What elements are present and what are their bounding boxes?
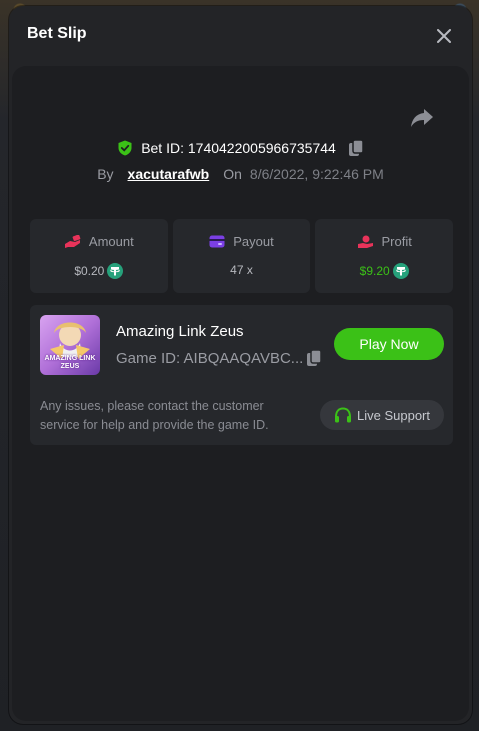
bet-date: 8/6/2022, 9:22:46 PM	[249, 166, 384, 182]
username-link[interactable]: xacutarafwb	[128, 166, 210, 182]
game-name[interactable]: Amazing Link Zeus	[116, 323, 244, 340]
amount-label: Amount	[88, 234, 134, 249]
stat-profit: Profit $9.20	[315, 219, 454, 293]
live-support-button[interactable]: Live Support	[320, 400, 444, 430]
stat-payout: Payout 47 x	[172, 219, 311, 293]
stat-amount: Amount $0.20	[30, 219, 168, 293]
game-thumbnail[interactable]: AMAZING LINK ZEUS	[40, 315, 100, 375]
payout-label: Payout	[233, 234, 274, 249]
close-icon	[437, 29, 451, 43]
game-card: AMAZING LINK ZEUS Amazing Link Zeus Game…	[30, 305, 453, 445]
bet-id-row: Bet ID: 1740422005966735744	[12, 138, 469, 158]
shield-check-icon	[118, 140, 132, 156]
bet-id-value: 1740422005966735744	[187, 140, 336, 156]
bet-id-label: Bet ID:	[141, 140, 184, 156]
bet-details-panel: Bet ID: 1740422005966735744 By xacutaraf…	[12, 66, 469, 721]
close-button[interactable]	[432, 24, 456, 48]
live-support-label: Live Support	[357, 407, 430, 423]
bet-stats: Amount $0.20 Payout 47 x Profit $9.20	[30, 219, 454, 293]
usdt-coin-icon	[392, 263, 409, 279]
copy-icon[interactable]	[306, 349, 323, 367]
headset-icon	[335, 406, 351, 422]
modal-title: Bet Slip	[27, 25, 87, 42]
play-now-button[interactable]: Play Now	[334, 328, 444, 360]
modal-header: Bet Slip	[9, 6, 472, 62]
thumbnail-caption: AMAZING LINK ZEUS	[44, 355, 96, 370]
game-id-row: Game ID: AIBQAAQAVBC...	[116, 349, 323, 367]
help-text: Any issues, please contact the customer …	[40, 399, 269, 432]
wallet-card-icon	[209, 235, 225, 248]
share-icon[interactable]	[410, 107, 434, 129]
by-label: By	[97, 166, 114, 182]
copy-icon[interactable]	[348, 139, 364, 157]
game-id-label: Game ID:	[116, 349, 181, 367]
hand-coin-icon	[357, 235, 373, 248]
hand-bet-icon	[64, 234, 81, 248]
amount-value: $0.20	[74, 264, 105, 278]
usdt-coin-icon	[107, 263, 124, 279]
on-label: On	[223, 166, 242, 182]
game-id-value: AIBQAAQAVBC...	[183, 349, 304, 367]
profit-value: $9.20	[359, 264, 390, 278]
payout-value: 47 x	[230, 263, 253, 277]
bet-author-row: By xacutarafwb On 8/6/2022, 9:22:46 PM	[12, 164, 469, 184]
profit-label: Profit	[381, 234, 412, 249]
bet-slip-modal: Bet Slip Bet ID: 1740422005966735744 By …	[9, 6, 472, 724]
